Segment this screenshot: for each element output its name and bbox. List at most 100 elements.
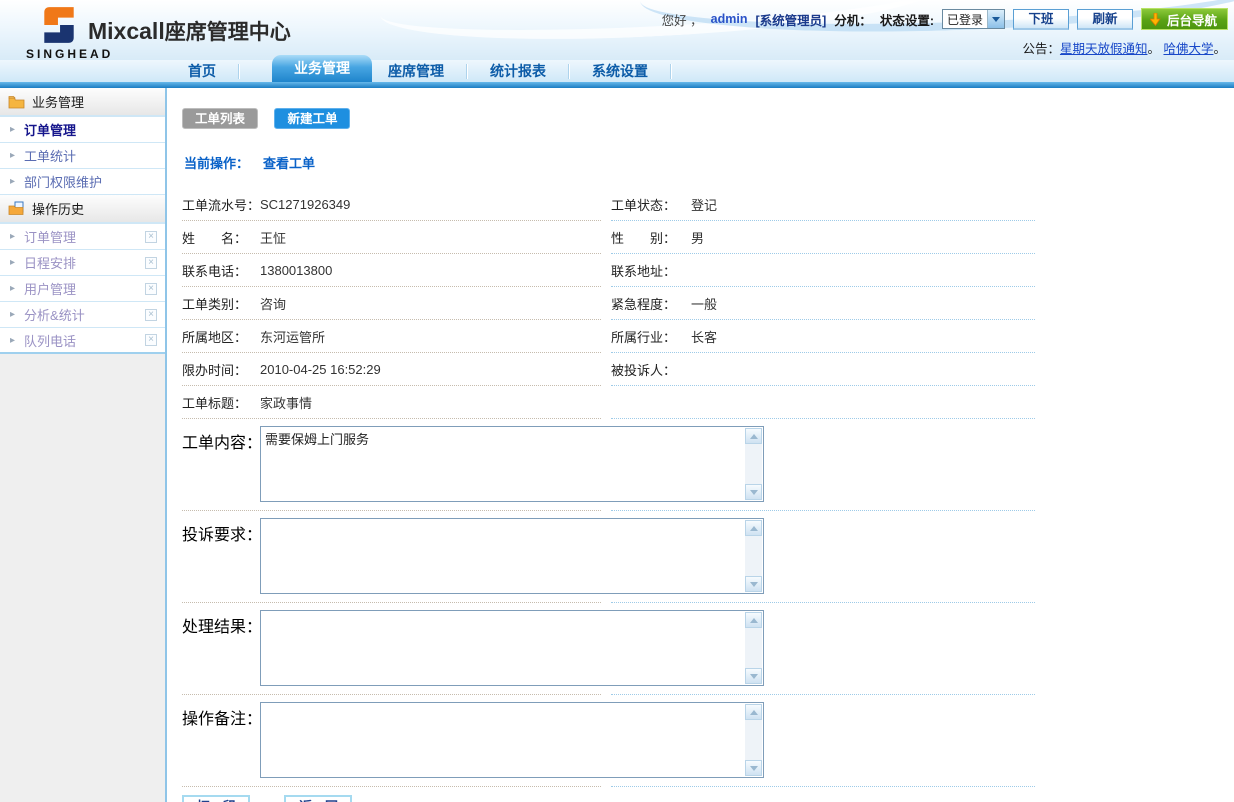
workorder-list-button[interactable]: 工单列表: [182, 108, 258, 129]
scrollbar[interactable]: [745, 704, 762, 776]
scroll-up-icon[interactable]: [745, 704, 762, 720]
sidebar-history-schedule[interactable]: ▸ 日程安排 ×: [0, 250, 165, 276]
urgency-value: 一般: [691, 294, 717, 313]
field-label: 工单流水号：: [182, 195, 260, 214]
operation-remarks-textarea[interactable]: [260, 702, 764, 778]
handling-result-textarea[interactable]: [260, 610, 764, 686]
field-label: 被投诉人：: [611, 360, 691, 379]
announcement-label: 公告：: [1022, 42, 1060, 56]
status-label: 状态设置:: [880, 10, 934, 29]
folder-icon: [8, 95, 25, 109]
sidebar-item-label: 工单统计: [24, 146, 76, 165]
sidebar-item-label: 队列电话: [24, 331, 76, 350]
field-label: 联系地址：: [611, 261, 691, 280]
main-content: 工单列表 新建工单 当前操作：查看工单 工单流水号：SC1271926349 工…: [169, 88, 1234, 802]
refresh-button[interactable]: 刷新: [1077, 9, 1133, 30]
arrow-bullet-icon: ▸: [10, 150, 15, 161]
scrollbar[interactable]: [745, 428, 762, 500]
sidebar-item-label: 订单管理: [24, 227, 76, 246]
scroll-down-icon[interactable]: [745, 576, 762, 592]
tab-stat-reports[interactable]: 统计报表: [474, 61, 562, 81]
form-row: 工单流水号：SC1271926349 工单状态：登记: [182, 188, 1035, 221]
workorder-content-textarea[interactable]: 需要保姆上门服务: [260, 426, 764, 502]
sidebar-section-business: 业务管理: [0, 88, 165, 117]
row-divider: [611, 786, 1035, 787]
arrow-bullet-icon: ▸: [10, 176, 15, 187]
user-role: [系统管理员]: [755, 10, 826, 29]
status-select[interactable]: 已登录: [942, 9, 1005, 29]
tab-separator: [670, 64, 672, 79]
extension-label: 分机：: [834, 10, 872, 29]
field-label: 姓 名：: [182, 228, 260, 247]
scroll-up-icon[interactable]: [745, 428, 762, 444]
arrow-bullet-icon: ▸: [10, 335, 15, 346]
form-row: 所属地区：东河运管所 所属行业：长客: [182, 320, 1035, 353]
sidebar-item-order-mgmt[interactable]: ▸ 订单管理: [0, 117, 165, 143]
down-arrow-icon: [1150, 13, 1161, 26]
announcement-link-2[interactable]: 哈佛大学: [1163, 42, 1213, 56]
tab-seat-mgmt[interactable]: 座席管理: [372, 61, 460, 81]
backstage-nav-label: 后台导航: [1167, 10, 1217, 29]
industry-value: 长客: [691, 327, 717, 346]
sidebar-item-dept-permissions[interactable]: ▸ 部门权限维护: [0, 169, 165, 195]
scrollbar[interactable]: [745, 520, 762, 592]
sidebar-item-label: 分析&统计: [24, 305, 85, 324]
nav-tabs: 首页 业务管理 座席管理 统计报表 系统设置: [172, 60, 678, 82]
row-divider: [182, 786, 601, 787]
close-icon[interactable]: ×: [145, 309, 157, 321]
field-label: 工单状态：: [611, 195, 691, 214]
arrow-bullet-icon: ▸: [10, 231, 15, 242]
sidebar-section-title: 业务管理: [32, 92, 84, 111]
workorder-content-text: 需要保姆上门服务: [261, 427, 763, 450]
tab-separator: [466, 64, 468, 79]
close-icon[interactable]: ×: [145, 334, 157, 346]
sidebar-item-label: 日程安排: [24, 253, 76, 272]
tab-home[interactable]: 首页: [172, 61, 232, 81]
main-nav: 首页 业务管理 座席管理 统计报表 系统设置: [0, 60, 1234, 82]
field-label: 处理结果：: [182, 610, 260, 686]
workorder-serial-value: SC1271926349: [260, 197, 350, 212]
sidebar-item-workorder-stats[interactable]: ▸ 工单统计: [0, 143, 165, 169]
off-duty-button[interactable]: 下班: [1013, 9, 1069, 30]
announcement-link-1[interactable]: 星期天放假通知: [1060, 42, 1148, 56]
scroll-down-icon[interactable]: [745, 760, 762, 776]
close-icon[interactable]: ×: [145, 283, 157, 295]
scrollbar[interactable]: [745, 612, 762, 684]
form-row-textarea: 投诉要求：: [182, 511, 1035, 603]
form-row: 工单标题：家政事情: [182, 386, 1035, 419]
scroll-up-icon[interactable]: [745, 612, 762, 628]
region-value: 东河运管所: [260, 327, 325, 346]
complaint-request-textarea[interactable]: [260, 518, 764, 594]
announcement-bar: 公告：星期天放假通知。 哈佛大学。: [1022, 38, 1226, 57]
sidebar-history-user-mgmt[interactable]: ▸ 用户管理 ×: [0, 276, 165, 302]
close-icon[interactable]: ×: [145, 257, 157, 269]
sidebar: 业务管理 ▸ 订单管理 ▸ 工单统计 ▸ 部门权限维护 操作历史 ▸ 订单管理 …: [0, 88, 167, 802]
greeting-text: 您好 ，: [662, 10, 703, 29]
field-label: 限办时间：: [182, 360, 260, 379]
chevron-down-icon[interactable]: [987, 10, 1004, 28]
brand-name: Mixcall: [88, 18, 165, 44]
breadcrumb: 当前操作：查看工单: [184, 153, 1234, 172]
print-button[interactable]: 打 印: [182, 795, 250, 802]
sidebar-history-order-mgmt[interactable]: ▸ 订单管理 ×: [0, 224, 165, 250]
tab-system-settings[interactable]: 系统设置: [576, 61, 664, 81]
tab-business-mgmt[interactable]: 业务管理: [272, 55, 372, 82]
scroll-up-icon[interactable]: [745, 520, 762, 536]
tab-separator: [568, 64, 570, 79]
sidebar-history-queue-calls[interactable]: ▸ 队列电话 ×: [0, 328, 165, 354]
backstage-nav-button[interactable]: 后台导航: [1141, 8, 1228, 30]
scroll-down-icon[interactable]: [745, 484, 762, 500]
sidebar-item-label: 部门权限维护: [24, 172, 102, 191]
form-row: 姓 名：王怔 性 别：男: [182, 221, 1035, 254]
back-button[interactable]: 返 回: [284, 795, 352, 802]
close-icon[interactable]: ×: [145, 231, 157, 243]
scroll-down-icon[interactable]: [745, 668, 762, 684]
sidebar-section-title: 操作历史: [32, 199, 84, 218]
form-row-textarea: 操作备注：: [182, 695, 1035, 787]
field-label: 工单类别：: [182, 294, 260, 313]
form-row: 联系电话：1380013800 联系地址：: [182, 254, 1035, 287]
new-workorder-button[interactable]: 新建工单: [274, 108, 350, 129]
operation-remarks-text: [261, 703, 763, 707]
sidebar-history-analytics[interactable]: ▸ 分析&统计 ×: [0, 302, 165, 328]
history-icon: [8, 201, 25, 216]
